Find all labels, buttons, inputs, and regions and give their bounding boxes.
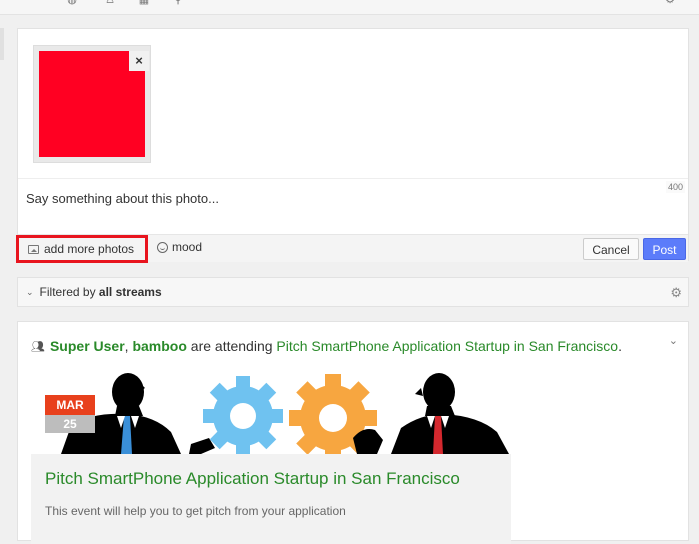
stream-filter[interactable]: ⌄ Filtered by all streams ⚙ bbox=[17, 277, 689, 307]
activity-headline: 👥︎ Super User, bamboo are attending Pitc… bbox=[31, 338, 622, 354]
user-link-super-user[interactable]: Super User bbox=[50, 338, 125, 354]
event-link[interactable]: Pitch SmartPhone Application Startup in … bbox=[276, 338, 618, 354]
event-date-month: MAR bbox=[45, 395, 95, 415]
chevron-down-icon[interactable]: ⌄ bbox=[669, 334, 678, 347]
photo-thumbnail: × bbox=[33, 45, 151, 163]
add-more-photos-label: add more photos bbox=[44, 242, 135, 256]
cancel-button[interactable]: Cancel bbox=[583, 238, 639, 260]
event-illustration bbox=[61, 373, 509, 454]
person-icon[interactable]: ♙ bbox=[104, 0, 116, 6]
post-button[interactable]: Post bbox=[643, 238, 686, 260]
search-icon[interactable]: ⚲ bbox=[172, 0, 184, 6]
smiley-icon bbox=[157, 241, 168, 253]
activity-card: 👥︎ Super User, bamboo are attending Pitc… bbox=[17, 321, 689, 544]
filter-settings-icon[interactable]: ⚙ bbox=[670, 285, 682, 301]
settings-icon[interactable]: ⚙ bbox=[664, 0, 676, 6]
post-text-input[interactable]: Say something about this photo... bbox=[26, 191, 219, 206]
filter-value: all streams bbox=[98, 285, 162, 299]
character-count: 400 bbox=[665, 181, 685, 193]
calendar-icon[interactable]: ▦ bbox=[138, 0, 150, 6]
add-more-photos-button[interactable]: add more photos bbox=[16, 235, 148, 263]
globe-icon[interactable]: ◍ bbox=[66, 0, 78, 6]
filter-text: Filtered by all streams bbox=[39, 285, 162, 299]
event-date-badge: MAR 25 bbox=[45, 395, 95, 435]
attendees-icon: 👥︎ bbox=[31, 340, 45, 353]
post-composer: × 400 Say something about this photo... … bbox=[16, 28, 689, 263]
composer-divider bbox=[18, 178, 688, 179]
user-link-bamboo[interactable]: bamboo bbox=[132, 338, 186, 354]
activity-verb: are attending bbox=[190, 338, 273, 354]
top-toolbar: ◍ ♙ ▦ ⚲ ⚙ bbox=[0, 0, 699, 15]
remove-photo-button[interactable]: × bbox=[129, 51, 149, 71]
event-date-day: 25 bbox=[45, 415, 95, 433]
left-rail bbox=[0, 28, 4, 60]
event-description: This event will help you to get pitch fr… bbox=[45, 504, 346, 518]
mood-label: mood bbox=[172, 240, 203, 254]
composer-actions-bar: add more photos mood Cancel Post bbox=[16, 234, 688, 263]
chevron-down-icon: ⌄ bbox=[26, 286, 34, 297]
event-cover-image[interactable] bbox=[31, 368, 511, 454]
event-title-link[interactable]: Pitch SmartPhone Application Startup in … bbox=[45, 469, 460, 489]
mood-button[interactable]: mood bbox=[157, 240, 202, 254]
image-icon bbox=[28, 244, 39, 254]
